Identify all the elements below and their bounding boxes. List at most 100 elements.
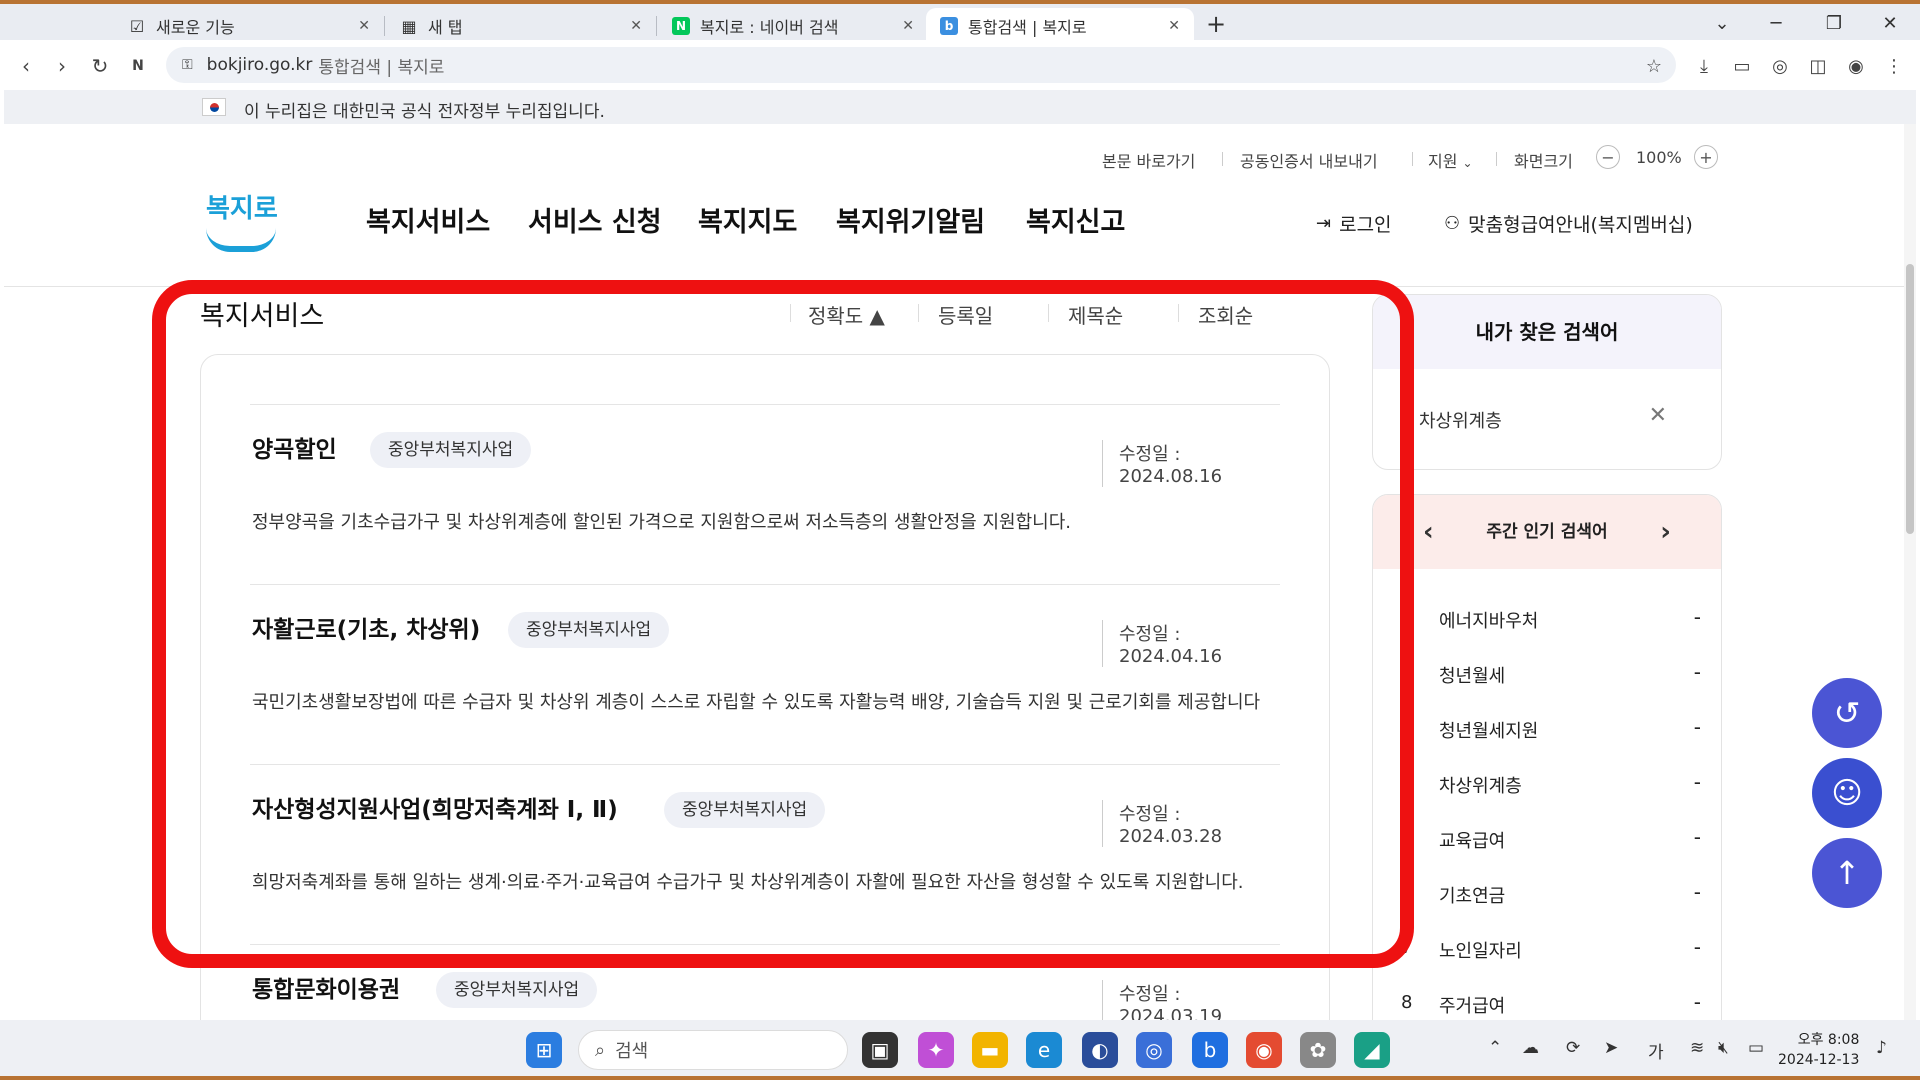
nav-service-apply[interactable]: 서비스 신청 bbox=[528, 200, 662, 239]
tab-bokjiro-search[interactable]: b 통합검색 | 복지로 ✕ bbox=[926, 8, 1194, 44]
popular-label: 청년월세지원 bbox=[1439, 721, 1539, 742]
reload-icon[interactable]: ↻ bbox=[86, 52, 114, 80]
nav-welfare-report[interactable]: 복지신고 bbox=[1026, 200, 1125, 239]
ime-indicator[interactable]: 가 bbox=[1648, 1038, 1664, 1063]
tab-label: 복지로 : 네이버 검색 bbox=[700, 18, 839, 37]
popular-change: - bbox=[1693, 605, 1701, 629]
search-icon: ⌕ bbox=[595, 1039, 606, 1061]
membership-link[interactable]: ⚇ 맞춤형급여안내(복지멤버십) bbox=[1444, 210, 1693, 237]
close-icon[interactable]: ✕ bbox=[1168, 18, 1180, 34]
tab-new-tab[interactable]: ▦ 새 탭 ✕ bbox=[386, 8, 656, 44]
app-icon[interactable]: b bbox=[1192, 1032, 1228, 1068]
zoom-in-button[interactable]: + bbox=[1694, 145, 1718, 169]
sort-title[interactable]: 제목순 bbox=[1068, 300, 1123, 329]
close-icon[interactable]: ✕ bbox=[1649, 403, 1667, 428]
file-explorer-icon[interactable]: ▬ bbox=[972, 1032, 1008, 1068]
menu-icon[interactable]: ⋮ bbox=[1880, 52, 1908, 80]
chrome-icon[interactable]: ◉ bbox=[1246, 1032, 1282, 1068]
zoom-out-button[interactable]: − bbox=[1596, 145, 1620, 169]
sidebar-icon[interactable]: ◫ bbox=[1804, 52, 1832, 80]
clock-time: 오후 8:08 bbox=[1797, 1032, 1860, 1048]
system-clock[interactable]: 오후 8:08 2024-12-13 bbox=[1778, 1030, 1859, 1070]
result-title[interactable]: 통합문화이용권 bbox=[252, 970, 400, 1004]
app-icon[interactable]: ◐ bbox=[1082, 1032, 1118, 1068]
app-icon[interactable]: ✿ bbox=[1300, 1032, 1336, 1068]
app-icon[interactable]: ◎ bbox=[1136, 1032, 1172, 1068]
popular-rank: 3 bbox=[1401, 717, 1413, 738]
download-icon[interactable]: ⤓ bbox=[1690, 52, 1718, 80]
sort-accuracy[interactable]: 정확도 ▲ bbox=[808, 300, 885, 329]
result-divider bbox=[250, 404, 1280, 405]
close-icon[interactable]: ✕ bbox=[902, 18, 914, 34]
sort-views[interactable]: 조회순 bbox=[1198, 300, 1253, 329]
window-close-icon[interactable]: ✕ bbox=[1870, 8, 1910, 40]
forward-icon[interactable]: › bbox=[48, 52, 76, 80]
popular-search-header: ‹ 주간 인기 검색어 › bbox=[1373, 495, 1721, 569]
chevron-right-icon[interactable]: › bbox=[1660, 495, 1671, 569]
tab-new-features[interactable]: ☑ 새로운 기능 ✕ bbox=[114, 8, 384, 44]
popular-search-panel: ‹ 주간 인기 검색어 › 1 에너지바우처 - 2 청년월세 - 3 청년월세지원 - 4… bbox=[1372, 494, 1722, 1020]
page-scrollbar[interactable] bbox=[1904, 124, 1916, 1020]
tab-search-icon[interactable]: ⌄ bbox=[1702, 8, 1742, 40]
close-icon[interactable]: ✕ bbox=[630, 18, 642, 34]
address-bar[interactable]: ⚿ bokjiro.go.kr 통합검색 | 복지로 bbox=[166, 47, 1676, 83]
login-link[interactable]: ⇥ 로그인 bbox=[1316, 210, 1392, 237]
nav-welfare-service[interactable]: 복지서비스 bbox=[366, 200, 490, 239]
popular-rank: 2 bbox=[1401, 662, 1413, 683]
app-icon[interactable]: ◢ bbox=[1354, 1032, 1390, 1068]
scroll-top-button[interactable]: ↑ bbox=[1812, 838, 1882, 908]
recent-history-button[interactable]: ↺ bbox=[1812, 678, 1882, 748]
tab-naver-search[interactable]: N 복지로 : 네이버 검색 ✕ bbox=[658, 8, 928, 44]
sync-icon[interactable]: ⟳ bbox=[1566, 1038, 1580, 1058]
site-info-icon[interactable]: ⚿ bbox=[182, 57, 193, 73]
popular-label: 청년월세 bbox=[1439, 666, 1506, 687]
mute-icon[interactable]: 🔇︎ bbox=[1718, 1038, 1729, 1058]
result-divider bbox=[250, 944, 1280, 945]
result-title[interactable]: 자산형성지원사업(희망저축계좌 Ⅰ, Ⅱ) bbox=[252, 790, 618, 824]
close-icon[interactable]: ✕ bbox=[358, 18, 370, 34]
minimize-icon[interactable]: ─ bbox=[1756, 8, 1796, 40]
tray-chevron-up-icon[interactable]: ⌃ bbox=[1488, 1038, 1502, 1058]
nav-welfare-map[interactable]: 복지지도 bbox=[698, 200, 797, 239]
chevron-down-icon: ⌄ bbox=[1462, 156, 1473, 170]
chevron-left-icon[interactable]: ‹ bbox=[1423, 495, 1434, 569]
result-description: 국민기초생활보장법에 따른 수급자 및 차상위 계층이 스스로 자립할 수 있도… bbox=[252, 692, 1261, 713]
bookmark-star-icon[interactable]: ☆ bbox=[1640, 52, 1668, 80]
taskbar-search-input[interactable]: ⌕ 검색 bbox=[578, 1030, 848, 1070]
naver-home-icon[interactable]: N bbox=[124, 52, 152, 80]
send-icon[interactable]: ➤ bbox=[1604, 1038, 1618, 1058]
cert-export-link[interactable]: 공동인증서 내보내기 bbox=[1240, 148, 1378, 172]
bokjiro-logo[interactable]: 복지로 bbox=[200, 188, 280, 260]
notification-bell-icon[interactable]: ♪ bbox=[1876, 1038, 1887, 1058]
chatbot-button[interactable]: ☺ bbox=[1812, 758, 1882, 828]
result-title[interactable]: 양곡할인 bbox=[252, 430, 337, 464]
restore-icon[interactable]: ❐ bbox=[1814, 8, 1854, 40]
screenshot-icon[interactable]: ◎ bbox=[1766, 52, 1794, 80]
popular-rank: 4 bbox=[1401, 772, 1413, 793]
back-icon[interactable]: ‹ bbox=[12, 52, 40, 80]
my-search-keyword[interactable]: 차상위계층 bbox=[1419, 407, 1502, 433]
tab-label: 새 탭 bbox=[428, 18, 463, 37]
windows-start-icon[interactable]: ⊞ bbox=[526, 1032, 562, 1068]
search-placeholder: 검색 bbox=[615, 1041, 649, 1062]
skip-to-content-link[interactable]: 본문 바로가기 bbox=[1102, 148, 1195, 172]
support-dropdown[interactable]: 지원 ⌄ bbox=[1428, 148, 1473, 172]
battery-icon[interactable]: ▭ bbox=[1748, 1038, 1764, 1058]
sort-separator bbox=[1048, 304, 1049, 322]
video-icon[interactable]: ▭ bbox=[1728, 52, 1756, 80]
login-icon: ⇥ bbox=[1316, 213, 1332, 234]
profile-icon[interactable]: ◉ bbox=[1842, 52, 1870, 80]
copilot-icon[interactable]: ✦ bbox=[918, 1032, 954, 1068]
nav-crisis-alert[interactable]: 복지위기알림 bbox=[836, 200, 985, 239]
naver-icon: N bbox=[672, 17, 690, 35]
task-view-icon[interactable]: ▣ bbox=[862, 1032, 898, 1068]
sort-date[interactable]: 등록일 bbox=[938, 300, 993, 329]
wifi-icon[interactable]: ≋ bbox=[1690, 1038, 1704, 1058]
scrollbar-thumb[interactable] bbox=[1906, 264, 1914, 534]
result-title[interactable]: 자활근로(기초, 차상위) bbox=[252, 610, 480, 644]
result-category-badge: 중앙부처복지사업 bbox=[508, 612, 670, 648]
onedrive-icon[interactable]: ☁ bbox=[1522, 1038, 1539, 1058]
new-tab-button[interactable]: + bbox=[1196, 8, 1236, 40]
user-add-icon: ⚇ bbox=[1444, 213, 1461, 234]
edge-icon[interactable]: e bbox=[1026, 1032, 1062, 1068]
